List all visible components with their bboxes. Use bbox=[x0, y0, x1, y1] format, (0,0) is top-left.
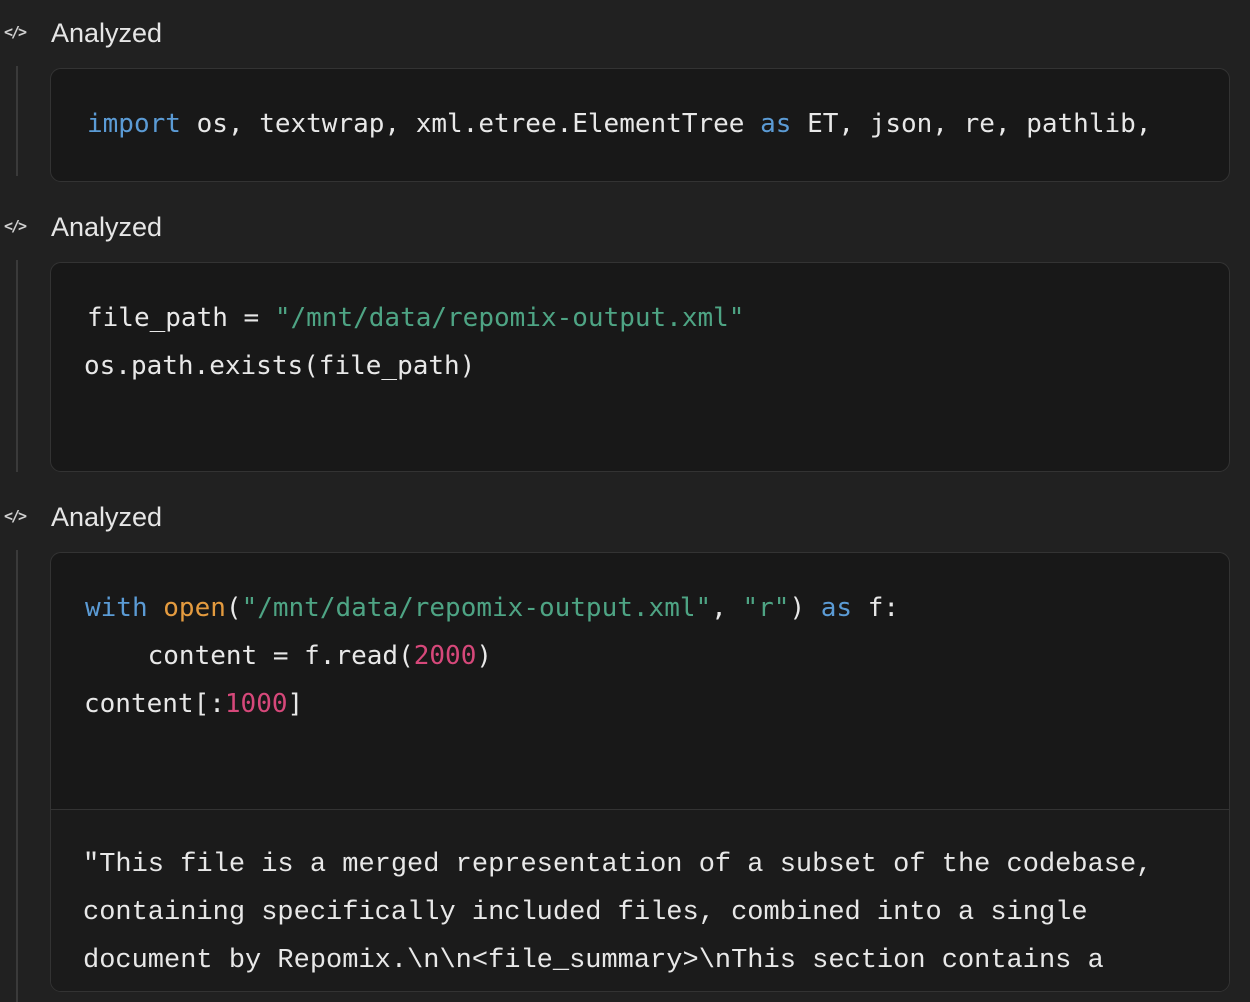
code-block-3: with open("/mnt/data/repomix-output.xml"… bbox=[50, 552, 1230, 992]
output-line-2: containing specifically included files, … bbox=[83, 898, 1088, 928]
analyzed-label: Analyzed bbox=[51, 502, 163, 532]
code-token: import bbox=[87, 109, 181, 139]
code-token: with bbox=[85, 593, 148, 623]
output-line-1: "This file is a merged representation of… bbox=[83, 850, 1153, 880]
analysis-cell-3: </> Analyzed with open("/mnt/data/repomi… bbox=[0, 500, 1250, 1002]
analysis-cell-1: </> Analyzed import os, textwrap, xml.et… bbox=[0, 16, 1250, 186]
code-icon: </> bbox=[4, 217, 27, 235]
code-line-3: content[:1000] bbox=[84, 687, 303, 721]
analyzed-header-1[interactable]: </> Analyzed bbox=[0, 16, 200, 50]
chat-page: </> Analyzed import os, textwrap, xml.et… bbox=[0, 0, 1250, 1002]
code-line-1: import os, textwrap, xml.etree.ElementTr… bbox=[87, 107, 1151, 141]
output-line-3: document by Repomix.\n\n<file_summary>\n… bbox=[83, 946, 1104, 976]
code-token: ( bbox=[225, 593, 242, 623]
code-token: ET, json, re, pathlib, bbox=[791, 109, 1152, 139]
code-block-2: file_path = "/mnt/data/repomix-output.xm… bbox=[50, 262, 1230, 472]
code-line-2: content = f.read(2000) bbox=[85, 639, 492, 673]
code-token: , bbox=[711, 593, 743, 623]
analyzed-header-2[interactable]: </> Analyzed bbox=[0, 210, 200, 244]
code-token: "/mnt/data/repomix-output.xml" bbox=[241, 593, 712, 623]
code-token: ] bbox=[287, 689, 304, 719]
analyzed-label: Analyzed bbox=[51, 212, 163, 242]
code-line-1: file_path = "/mnt/data/repomix-output.xm… bbox=[87, 301, 744, 335]
analyzed-label: Analyzed bbox=[51, 18, 163, 48]
code-token: content = f.read( bbox=[85, 641, 414, 671]
code-token: content[: bbox=[84, 689, 225, 719]
code-line-2: os.path.exists(file_path) bbox=[84, 349, 475, 383]
code-token: file_path = bbox=[87, 303, 275, 333]
code-token: 2000 bbox=[413, 641, 477, 671]
code-token: os.path.exists(file_path) bbox=[84, 351, 476, 381]
code-icon: </> bbox=[4, 23, 27, 41]
output-block: "This file is a merged representation of… bbox=[51, 809, 1229, 991]
code-token: 1000 bbox=[224, 689, 288, 719]
analysis-cell-2: </> Analyzed file_path = "/mnt/data/repo… bbox=[0, 210, 1250, 476]
code-token: as bbox=[820, 593, 853, 623]
code-token: "r" bbox=[742, 593, 790, 623]
analyzed-header-3[interactable]: </> Analyzed bbox=[0, 500, 200, 534]
code-icon: </> bbox=[4, 507, 27, 525]
cell-rail bbox=[16, 550, 18, 1002]
cell-rail bbox=[16, 260, 18, 472]
code-token: as bbox=[760, 109, 792, 139]
code-token: "/mnt/data/repomix-output.xml" bbox=[274, 303, 745, 333]
code-token: ) bbox=[476, 641, 493, 671]
code-token: ) bbox=[789, 593, 821, 623]
code-block-1: import os, textwrap, xml.etree.ElementTr… bbox=[50, 68, 1230, 182]
cell-rail bbox=[16, 66, 18, 176]
code-token: os, textwrap, xml.etree.ElementTree bbox=[180, 109, 761, 139]
code-line-1: with open("/mnt/data/repomix-output.xml"… bbox=[85, 591, 899, 625]
code-token: open bbox=[163, 593, 226, 623]
code-token: f: bbox=[852, 593, 900, 623]
